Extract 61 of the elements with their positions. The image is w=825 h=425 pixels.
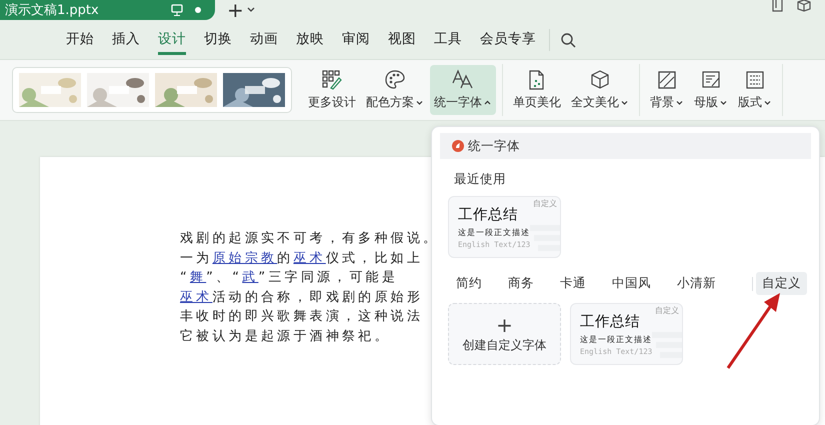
category-tab[interactable]: 中国风 xyxy=(606,272,657,295)
search-icon[interactable] xyxy=(560,32,576,48)
link[interactable]: 巫术 xyxy=(180,290,212,304)
ribbon-button[interactable]: 统一字体 xyxy=(430,65,496,115)
menu-tab[interactable]: 开始 xyxy=(66,24,94,55)
dot-icon xyxy=(195,7,201,13)
tag: 自定义 xyxy=(533,198,557,209)
background-icon xyxy=(656,69,678,91)
category-tab[interactable]: 卡通 xyxy=(554,272,592,295)
monitor-icon[interactable] xyxy=(171,4,183,16)
document-tab[interactable]: 演示文稿1.pptx xyxy=(0,0,215,20)
panel-title: 统一字体 xyxy=(468,138,520,154)
text-line: “舞”、“武”三字同源，可能是 xyxy=(180,269,399,287)
logo-icon xyxy=(452,140,464,152)
section-heading: 最近使用 xyxy=(454,171,507,188)
menu-tab[interactable]: 工具 xyxy=(434,24,462,55)
menu-tab[interactable]: 会员专享 xyxy=(480,24,536,55)
link[interactable]: 舞 xyxy=(190,270,206,285)
menu-tab[interactable]: 设计 xyxy=(158,24,186,55)
font-icon xyxy=(452,69,474,91)
palette-icon xyxy=(384,69,406,91)
text-line: 丰收时的即兴歌舞表演，这种说法 xyxy=(180,308,424,326)
grid-icon xyxy=(321,69,343,91)
category-tab[interactable]: 小清新 xyxy=(671,272,722,295)
button-label: 创建自定义字体 xyxy=(462,336,546,354)
category-tab[interactable]: 自定义 xyxy=(756,272,807,295)
text-line: 它被认为是起源于酒神祭祀。 xyxy=(180,328,392,346)
tag: 自定义 xyxy=(655,305,679,316)
ribbon-button[interactable]: 单页美化 xyxy=(509,65,565,115)
menu-tab[interactable]: 放映 xyxy=(296,24,324,55)
cube-icon[interactable] xyxy=(797,0,811,12)
new-tab-button[interactable]: + xyxy=(225,0,246,20)
menu-tab[interactable]: 动画 xyxy=(250,24,278,55)
menu-tab[interactable]: 审阅 xyxy=(342,24,370,55)
link[interactable]: 巫术 xyxy=(293,250,326,266)
font-title: 工作总结 xyxy=(458,206,519,224)
link[interactable]: 原始宗教 xyxy=(212,250,278,266)
text-line: 巫术 活动的合称，即戏剧的原始形 xyxy=(180,288,424,306)
layout-icon xyxy=(744,69,766,91)
font-title: 工作总结 xyxy=(580,313,641,331)
plus-icon: + xyxy=(496,314,513,334)
link[interactable]: 武 xyxy=(242,270,258,285)
cube-icon xyxy=(589,69,611,91)
category-tab[interactable]: 商务 xyxy=(502,272,540,295)
ribbon-button[interactable]: 背景 xyxy=(646,65,688,115)
document-name: 演示文稿1.pptx xyxy=(5,2,100,19)
menu-tab[interactable]: 视图 xyxy=(388,24,416,55)
menu-tab[interactable]: 插入 xyxy=(112,24,140,55)
document-icon[interactable] xyxy=(772,0,783,12)
menu-tab[interactable]: 切换 xyxy=(204,24,232,55)
category-tab[interactable]: 简约 xyxy=(450,272,488,295)
ribbon-button[interactable]: 版式 xyxy=(734,65,776,115)
font-sample: 这是一段正文描述 xyxy=(458,227,531,238)
text-line: 一为 原始宗教 的 巫术 仪式，比如上 xyxy=(180,250,424,268)
ribbon-button[interactable]: 更多设计 xyxy=(304,65,360,115)
text-line: 戏剧的起源实不可考，有多种假说。 xyxy=(180,230,430,248)
ribbon-button[interactable]: 配色方案 xyxy=(362,65,428,115)
create-font-button[interactable]: + 创建自定义字体 xyxy=(448,303,561,365)
font-sample: 这是一段正文描述 xyxy=(580,334,653,345)
ribbon-button[interactable]: 全文美化 xyxy=(567,65,633,115)
ribbon-button[interactable]: 母版 xyxy=(690,65,732,115)
